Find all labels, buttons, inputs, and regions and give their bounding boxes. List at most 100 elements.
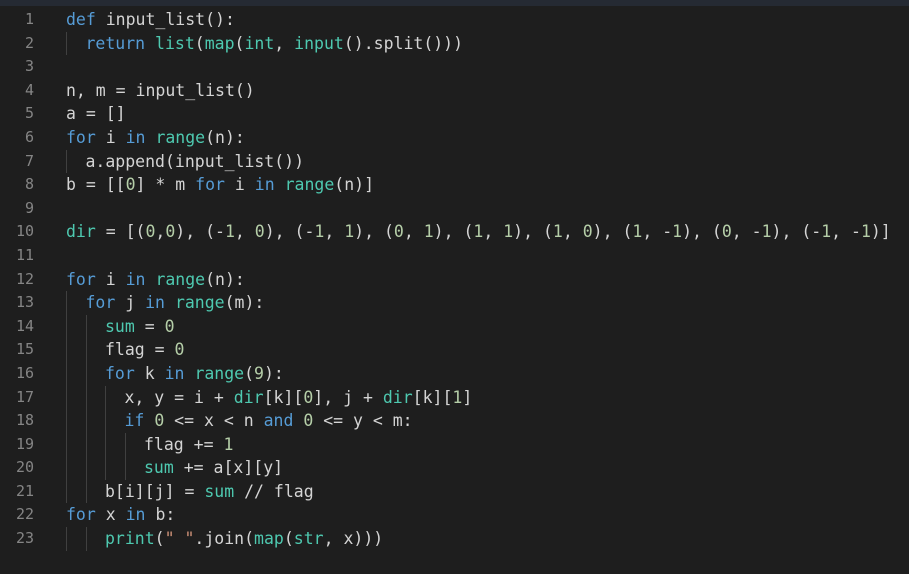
code-token-identifier: i (105, 269, 126, 289)
code-line-content: for i in range(n): (66, 268, 245, 292)
code-line-content: for i in range(n): (66, 126, 245, 150)
line-number: 22 (15, 505, 34, 524)
code-line[interactable]: if 0 <= x < n and 0 <= y < m: (66, 409, 909, 433)
code-token-number: 1 (224, 222, 235, 242)
code-token-identifier: i (234, 175, 255, 195)
line-number-gutter: 1 2 3 4 5 6 7 8 9 10 11 12 13 14 15 16 17 18 19 20 21 22 23 (0, 8, 48, 551)
indent-guide (66, 385, 67, 410)
code-line[interactable]: a.append(input_list()) (66, 149, 909, 174)
line-number: 5 (24, 104, 34, 123)
code-token-number: 1 (860, 222, 871, 242)
code-token-number: 1 (344, 222, 355, 242)
code-token-identifier: , (234, 222, 255, 242)
code-token-number: 0 (154, 411, 165, 431)
code-token-identifier: a.append(input_list()) (85, 151, 305, 171)
code-token-number: 1 (423, 222, 434, 242)
code-line[interactable]: for k in range(9): (66, 361, 909, 386)
code-token-builtin: sum (144, 458, 174, 478)
code-token-builtin: str (293, 529, 324, 549)
code-token-identifier: <= y < m: (313, 411, 413, 431)
code-token-identifier: ): (263, 363, 284, 383)
code-line[interactable]: print(" ".join(map(str, x))) (66, 527, 909, 551)
line-number: 12 (15, 269, 34, 288)
code-token-number: 0 (174, 340, 185, 360)
indent-guide (85, 361, 87, 386)
indent-guide (66, 291, 67, 315)
code-line[interactable]: flag += 1 (66, 432, 909, 457)
indent-guide (85, 385, 87, 410)
code-line[interactable] (66, 244, 909, 268)
code-line-content: def input_list(): (66, 8, 235, 32)
line-number: 11 (15, 245, 34, 264)
code-token-identifier: , (155, 222, 166, 242)
code-line[interactable]: dir = [(0,0), (-1, 0), (-1, 1), (0, 1), … (66, 220, 909, 244)
code-line[interactable]: def input_list(): (66, 8, 909, 32)
code-token-number: 0 (303, 387, 314, 407)
code-line[interactable] (66, 197, 909, 221)
code-line-content: if 0 <= x < n and 0 <= y < m: (125, 409, 413, 433)
code-token-identifier: ), (- (771, 222, 822, 242)
code-token-identifier: , (324, 222, 345, 242)
code-line-content: for k in range(9): (105, 362, 284, 386)
code-line-content: dir = [(0,0), (-1, 0), (-1, 1), (0, 1), … (66, 220, 891, 244)
indent-guide (85, 338, 87, 362)
indent-guide (66, 409, 67, 433)
code-line[interactable]: a = [] (66, 102, 909, 126)
code-line[interactable]: for i in range(n): (66, 268, 909, 292)
code-line[interactable]: n, m = input_list() (66, 79, 909, 103)
code-token-keyword: in (254, 175, 285, 195)
code-token-identifier: ), (- (175, 222, 225, 242)
code-token-identifier: [k][ (263, 387, 304, 407)
code-line[interactable]: sum = 0 (66, 314, 909, 339)
code-token-identifier: , (483, 222, 504, 242)
code-line-content: flag += 1 (144, 433, 233, 457)
code-token-identifier: flag = (105, 340, 175, 360)
code-line[interactable]: for x in b: (66, 503, 909, 527)
code-token-identifier: ( (194, 33, 205, 53)
code-token-number: 0 (165, 222, 176, 242)
indent-guide (66, 338, 67, 362)
code-token-identifier: b = [[ (66, 175, 126, 195)
code-editor[interactable]: 1 2 3 4 5 6 7 8 9 10 11 12 13 14 15 16 17 18 19 20 21 22 23 de… (0, 0, 909, 574)
code-token-identifier: .join( (194, 529, 255, 549)
code-area[interactable]: def input_list(): return list(map(int, in… (66, 8, 909, 551)
code-token-builtin: dir (66, 222, 96, 242)
indent-guide (85, 314, 87, 339)
code-line[interactable]: b[i][j] = sum // flag (66, 479, 909, 504)
indent-guide (66, 479, 67, 504)
code-token-identifier: ().split())) (343, 33, 464, 53)
code-line[interactable] (66, 55, 909, 79)
indent-guide (85, 409, 87, 433)
code-token-identifier: ), ( (513, 222, 553, 242)
code-token-number: 1 (672, 222, 683, 242)
code-token-identifier: ( (234, 33, 245, 53)
code-token-number: 0 (125, 175, 136, 195)
code-line[interactable]: sum += a[x][y] (66, 456, 909, 480)
code-token-builtin: map (204, 33, 235, 53)
indent-guide (85, 479, 87, 504)
code-token-identifier: = [( (95, 222, 146, 242)
code-line[interactable]: x, y = i + dir[k][0], j + dir[k][1] (66, 385, 909, 410)
code-line[interactable]: for j in range(m): (66, 291, 909, 315)
line-number: 10 (15, 222, 34, 241)
code-token-keyword: for (85, 293, 126, 313)
code-token-builtin: range (174, 293, 225, 313)
indent-guide (66, 149, 67, 174)
code-line[interactable]: for i in range(n): (66, 126, 909, 150)
code-line-content: b = [[0] * m for i in range(n)] (66, 173, 374, 197)
code-line[interactable]: b = [[0] * m for i in range(n)] (66, 173, 909, 197)
line-number: 6 (24, 127, 34, 146)
line-number: 15 (15, 340, 34, 359)
code-line[interactable]: return list(map(int, input().split())) (66, 31, 909, 56)
code-token-number: 1 (632, 222, 643, 242)
code-token-identifier: ( (154, 529, 165, 549)
code-line[interactable]: flag = 0 (66, 338, 909, 362)
code-token-identifier: (m): (224, 293, 265, 313)
code-token-builtin: dir (382, 387, 413, 407)
code-token-builtin: print (105, 529, 155, 549)
code-token-identifier: (n): (205, 127, 245, 147)
indent-guide (66, 432, 67, 457)
code-token-identifier: ( (283, 529, 294, 549)
code-token-identifier: ), ( (433, 222, 474, 242)
indent-guide (105, 385, 106, 410)
